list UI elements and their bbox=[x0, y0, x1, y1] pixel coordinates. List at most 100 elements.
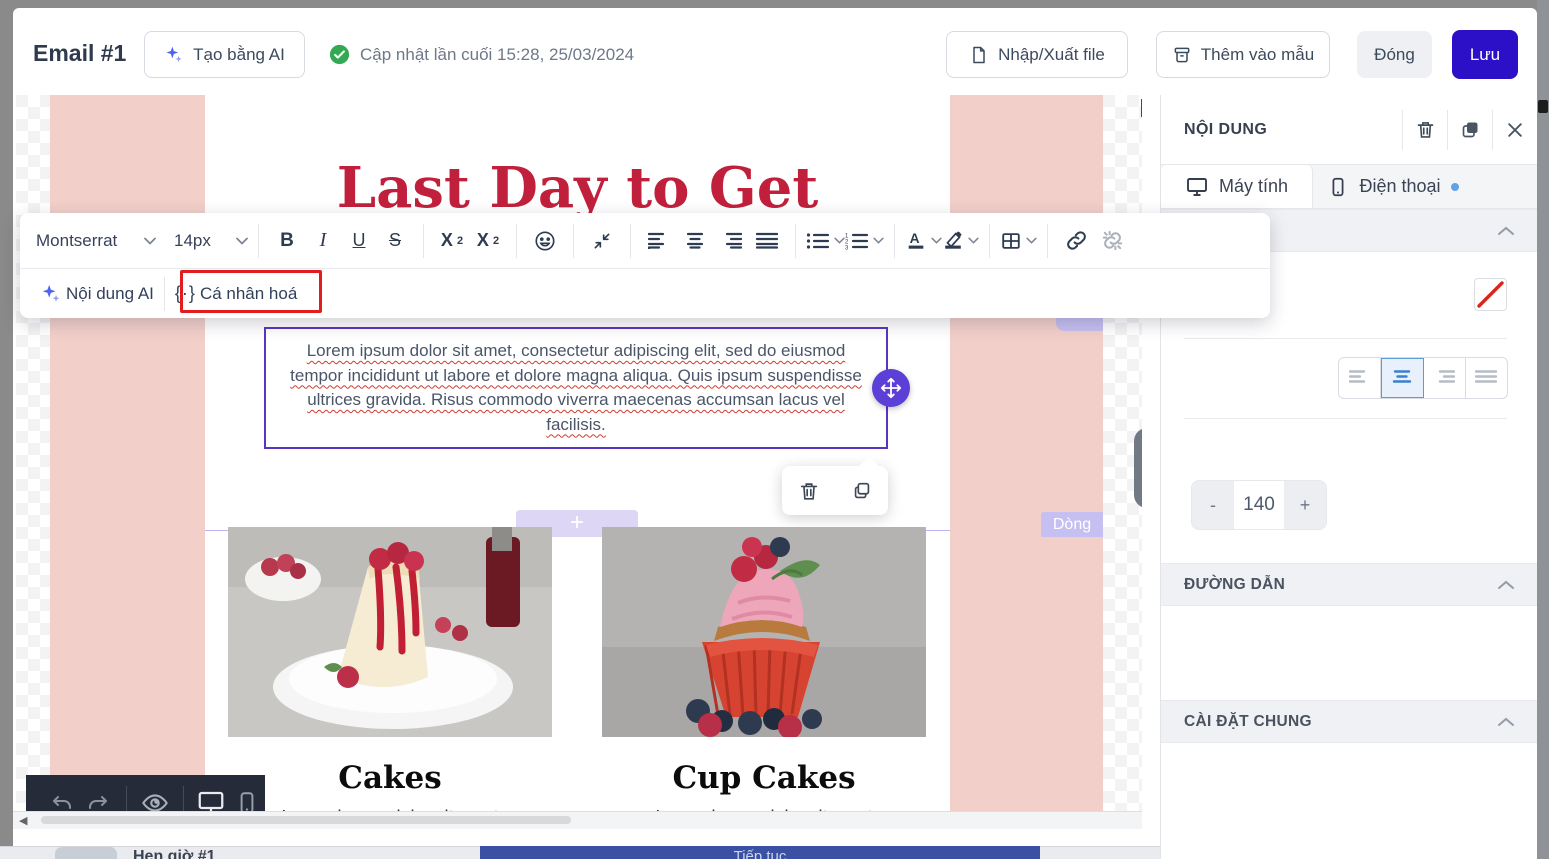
align-left-button[interactable] bbox=[641, 223, 677, 259]
chevron-down-icon bbox=[931, 237, 942, 244]
font-family-value: Montserrat bbox=[36, 231, 117, 251]
font-size-value: 14px bbox=[174, 231, 211, 251]
divider bbox=[894, 224, 895, 258]
continue-button[interactable]: Tiếp tục bbox=[480, 846, 1040, 859]
path-section-title: ĐƯỜNG DẪN bbox=[1184, 576, 1285, 594]
chevron-down-icon bbox=[236, 237, 248, 245]
import-export-label: Nhập/Xuất file bbox=[998, 45, 1105, 65]
superscript-button[interactable]: X2 bbox=[434, 223, 470, 259]
selected-text-block[interactable]: Lorem ipsum dolor sit amet, consectetur … bbox=[264, 327, 888, 449]
row2-right-padding bbox=[950, 531, 1103, 829]
scroll-up-button[interactable] bbox=[1141, 99, 1142, 117]
align-left-button[interactable] bbox=[1339, 358, 1381, 398]
divider bbox=[1047, 224, 1048, 258]
duplicate-block-icon[interactable] bbox=[851, 480, 873, 502]
horizontal-scrollbar-thumb[interactable] bbox=[41, 816, 571, 824]
align-right-button[interactable] bbox=[713, 223, 749, 259]
move-arrows-icon bbox=[880, 377, 902, 399]
path-section-bar[interactable]: ĐƯỜNG DẪN bbox=[1161, 563, 1537, 606]
general-section-bar[interactable]: CÀI ĐẶT CHUNG bbox=[1161, 700, 1537, 743]
divider bbox=[423, 224, 424, 258]
divider bbox=[258, 224, 259, 258]
row-badge: Dòng bbox=[1041, 512, 1103, 537]
align-justify-button[interactable] bbox=[1466, 358, 1507, 398]
delete-block-icon[interactable] bbox=[798, 480, 820, 502]
scroll-left-arrow[interactable]: ◀ bbox=[19, 814, 27, 827]
font-family-select[interactable]: Montserrat bbox=[36, 223, 156, 259]
panel-collapse-handle[interactable] bbox=[1134, 428, 1142, 508]
page-scrollbar-strip[interactable] bbox=[1537, 0, 1549, 859]
cupcake-image[interactable] bbox=[602, 527, 926, 737]
personalize-button[interactable]: {·} Cá nhân hoá bbox=[175, 276, 297, 312]
move-handle[interactable] bbox=[872, 369, 910, 407]
bullet-list-button[interactable] bbox=[806, 223, 845, 259]
ai-content-button[interactable]: Nội dung AI bbox=[40, 276, 154, 312]
emoji-button[interactable] bbox=[527, 223, 563, 259]
text-block-content[interactable]: Lorem ipsum dolor sit amet, consectetur … bbox=[266, 339, 886, 437]
align-right-button[interactable] bbox=[1424, 358, 1466, 398]
tab-mobile-label: Điện thoại bbox=[1359, 176, 1440, 197]
card-title-cakes[interactable]: Cakes bbox=[228, 760, 552, 796]
bold-button[interactable]: B bbox=[269, 223, 305, 259]
device-tabs: Máy tính Điện thoại bbox=[1161, 165, 1537, 209]
font-size-select[interactable]: 14px bbox=[174, 223, 248, 259]
line-height-decrease[interactable]: - bbox=[1192, 481, 1234, 529]
chevron-down-icon bbox=[1026, 237, 1037, 244]
text-color-button[interactable]: A bbox=[905, 223, 942, 259]
tab-desktop[interactable]: Máy tính bbox=[1161, 165, 1313, 208]
subscript-button[interactable]: X2 bbox=[470, 223, 506, 259]
save-button[interactable]: Lưu bbox=[1452, 30, 1518, 79]
close-editor-button[interactable]: Đóng bbox=[1357, 31, 1432, 78]
color-none-swatch[interactable] bbox=[1474, 278, 1507, 311]
curly-braces-icon: {·} bbox=[175, 283, 196, 304]
strikethrough-button[interactable]: S bbox=[377, 223, 413, 259]
numbered-list-button[interactable]: 123 bbox=[845, 223, 884, 259]
monitor-icon bbox=[1185, 175, 1209, 199]
general-section-title: CÀI ĐẶT CHUNG bbox=[1184, 713, 1312, 731]
line-height-increase[interactable]: + bbox=[1284, 481, 1326, 529]
delete-element-icon[interactable] bbox=[1402, 110, 1447, 150]
align-center-button[interactable] bbox=[1381, 358, 1423, 398]
generate-ai-button[interactable]: Tạo bằng AI bbox=[144, 31, 305, 78]
remove-link-button[interactable] bbox=[1094, 223, 1130, 259]
add-to-template-button[interactable]: Thêm vào mẫu bbox=[1156, 31, 1330, 78]
duplicate-element-icon[interactable] bbox=[1447, 110, 1492, 150]
import-export-button[interactable]: Nhập/Xuất file bbox=[946, 31, 1128, 78]
panel-title: NỘI DUNG bbox=[1184, 121, 1402, 139]
block-actions-popover bbox=[782, 466, 888, 515]
line-height-value[interactable]: 140 bbox=[1234, 481, 1284, 529]
divider bbox=[1184, 418, 1507, 419]
cake-image[interactable] bbox=[228, 527, 552, 737]
panel-header: NỘI DUNG bbox=[1161, 95, 1537, 165]
italic-button[interactable]: I bbox=[305, 223, 341, 259]
card-title-cupcakes[interactable]: Cup Cakes bbox=[602, 760, 926, 796]
last-updated-text: Cập nhật lần cuối 15:28, 25/03/2024 bbox=[360, 45, 634, 65]
svg-text:A: A bbox=[910, 230, 920, 245]
content-settings-panel: NỘI DUNG Máy tính Điện th bbox=[1160, 95, 1537, 859]
tab-desktop-label: Máy tính bbox=[1219, 176, 1288, 197]
chevron-down-icon bbox=[968, 237, 979, 244]
last-updated-status: Cập nhật lần cuối 15:28, 25/03/2024 bbox=[329, 44, 634, 65]
close-panel-icon[interactable] bbox=[1492, 110, 1537, 150]
text-format-toolbar: Montserrat 14px B I U S X2 X2 bbox=[20, 213, 1270, 318]
transparency-checker-left bbox=[16, 95, 53, 829]
underline-button[interactable]: U bbox=[341, 223, 377, 259]
tab-mobile[interactable]: Điện thoại bbox=[1313, 165, 1473, 208]
collapse-toolbar-icon[interactable] bbox=[584, 223, 620, 259]
divider bbox=[630, 224, 631, 258]
highlight-color-button[interactable] bbox=[942, 223, 979, 259]
chevron-up-icon bbox=[1498, 226, 1514, 236]
table-button[interactable] bbox=[1000, 223, 1037, 259]
align-center-button[interactable] bbox=[677, 223, 713, 259]
divider bbox=[516, 224, 517, 258]
insert-link-button[interactable] bbox=[1058, 223, 1094, 259]
mobile-notification-dot bbox=[1451, 183, 1459, 191]
column-badge-partial bbox=[1056, 318, 1103, 331]
align-justify-button[interactable] bbox=[749, 223, 785, 259]
add-to-template-label: Thêm vào mẫu bbox=[1201, 45, 1314, 65]
check-circle-icon bbox=[329, 44, 350, 65]
email-canvas: Last Day to Get Lorem ipsum dolor sit am… bbox=[13, 95, 1142, 829]
divider bbox=[795, 224, 796, 258]
flow-node-label: Hẹn giờ #1 bbox=[133, 848, 216, 859]
email-heading[interactable]: Last Day to Get bbox=[205, 155, 950, 221]
